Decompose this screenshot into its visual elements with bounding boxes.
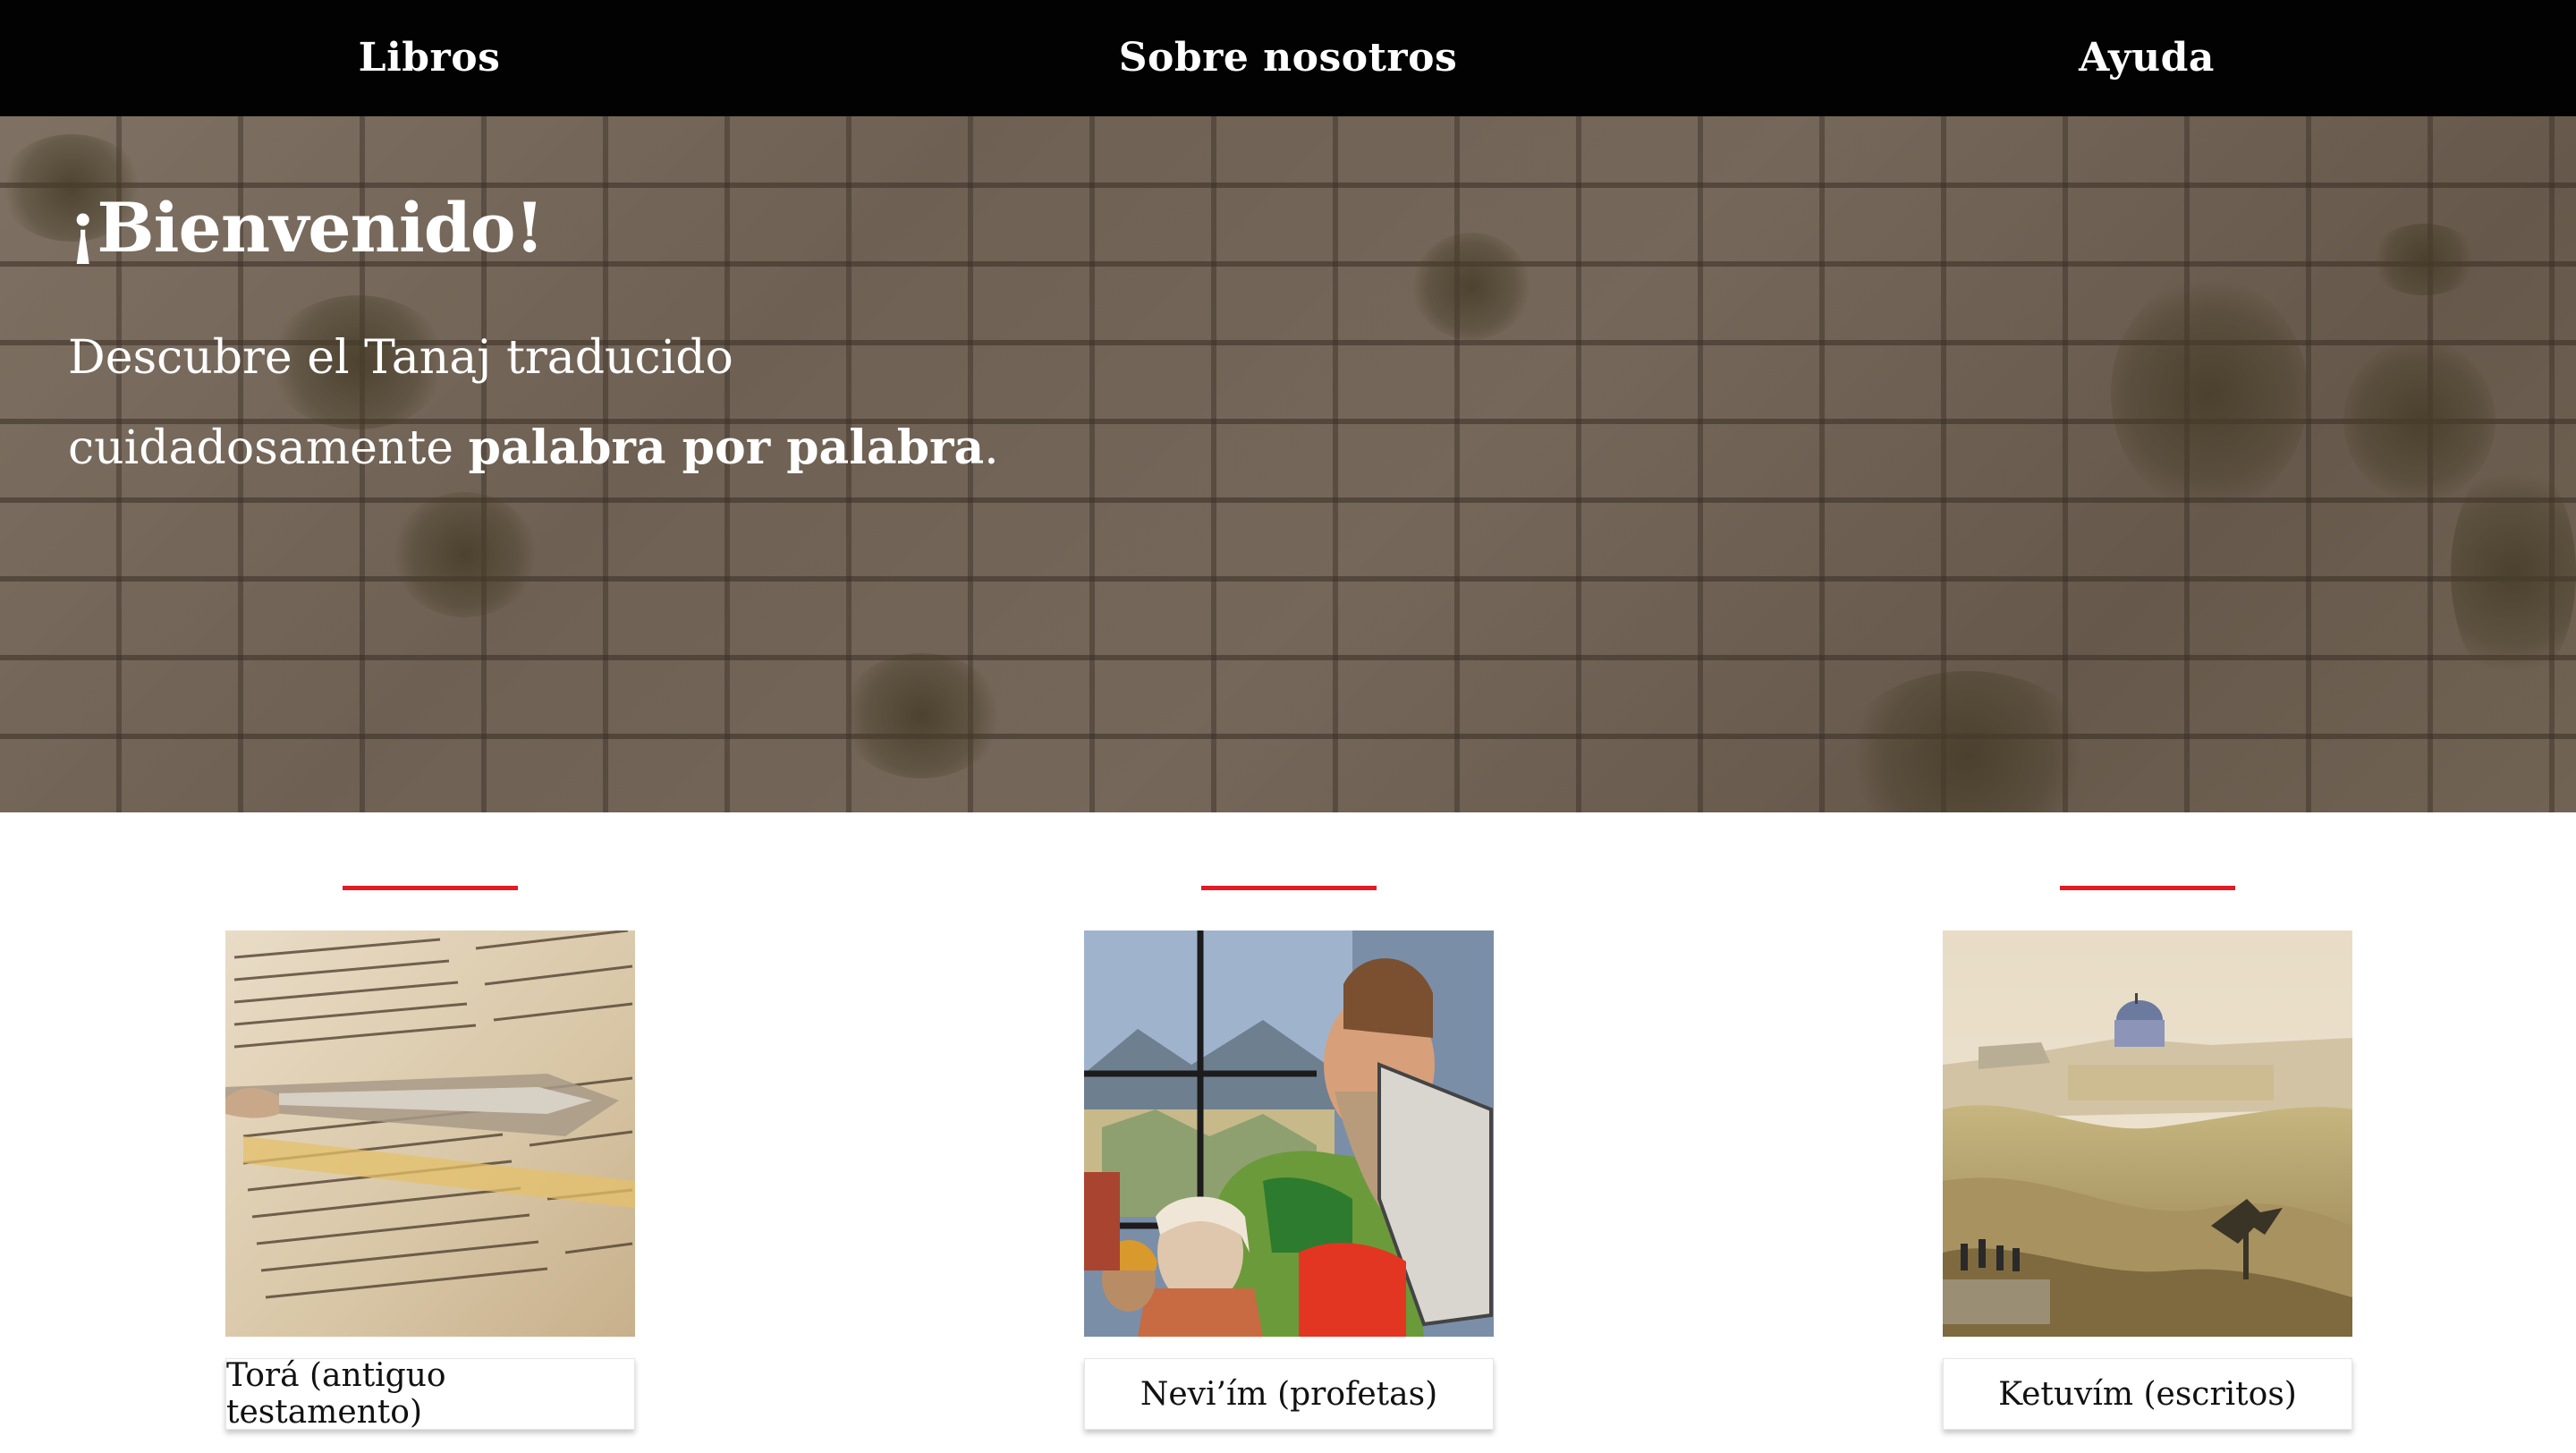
card-accent-bar: [343, 886, 518, 890]
page-title: ¡Bienvenido!: [68, 188, 545, 268]
hero-wall-texture: [1843, 671, 2093, 812]
hero-subtitle-line-2: cuidadosamente palabra por palabra.: [68, 421, 999, 475]
nav-item-ayuda[interactable]: Ayuda: [1717, 0, 2576, 116]
nav-item-sobre-nosotros[interactable]: Sobre nosotros: [859, 0, 1717, 116]
hero-subtitle-suffix: .: [984, 421, 999, 475]
torah-scroll-image[interactable]: [225, 930, 635, 1337]
hero-wall-texture: [841, 653, 1002, 778]
hero-wall-texture: [394, 492, 537, 617]
hero-banner: ¡Bienvenido! Descubre el Tanaj traducido…: [0, 116, 2576, 812]
top-navigation: Libros Sobre nosotros Ayuda: [0, 0, 2576, 116]
nav-item-libros[interactable]: Libros: [0, 0, 859, 116]
hero-wall-texture: [1413, 233, 1530, 340]
stained-glass-prophet-image[interactable]: [1084, 930, 1494, 1337]
ketuvim-button[interactable]: Ketuvím (escritos): [1943, 1358, 2352, 1430]
hero-wall-texture: [2451, 456, 2576, 689]
tora-button[interactable]: Torá (antiguo testamento): [225, 1357, 635, 1431]
hero-subtitle-prefix: cuidadosamente: [68, 421, 469, 475]
jerusalem-painting-image[interactable]: [1943, 930, 2352, 1337]
hero-wall-texture: [2111, 277, 2308, 510]
hero-subtitle-line-1: Descubre el Tanaj traducido: [68, 331, 733, 385]
hero-wall-texture: [2343, 340, 2496, 501]
hero-wall-texture: [2370, 224, 2478, 295]
neviim-button[interactable]: Nevi’ím (profetas): [1084, 1358, 1494, 1430]
hero-subtitle-emphasis: palabra por palabra: [468, 421, 985, 475]
card-accent-bar: [2060, 886, 2235, 890]
card-accent-bar: [1201, 886, 1377, 890]
